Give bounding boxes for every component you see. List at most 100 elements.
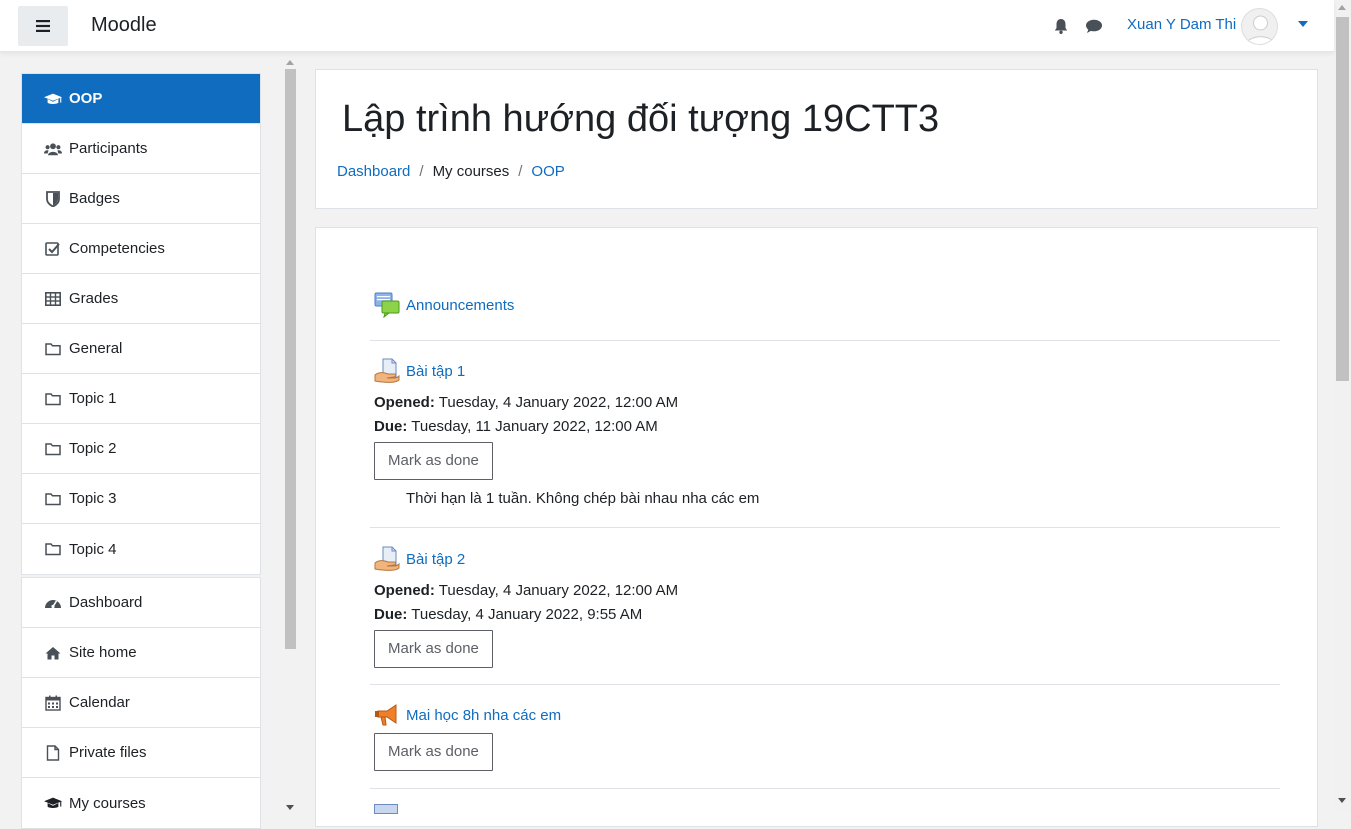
divider [370, 684, 1280, 685]
nav-drawer: OOP Participants Badges Competencies Gra… [0, 52, 299, 829]
sidebar-item-label: Topic 2 [69, 440, 117, 457]
graduation-cap-icon [44, 795, 62, 811]
drawer-scrollbar-thumb[interactable] [285, 69, 296, 649]
activity-assignment-1: Bài tập 1 Opened: Tuesday, 4 January 202… [374, 358, 1280, 507]
users-icon [44, 141, 62, 157]
sidebar-item-topic-4[interactable]: Topic 4 [22, 524, 260, 574]
due-date: Tuesday, 4 January 2022, 9:55 AM [411, 606, 643, 623]
graduation-cap-icon [44, 91, 62, 107]
site-brand[interactable]: Moodle [91, 14, 157, 37]
folder-icon [44, 541, 62, 557]
breadcrumb-separator: / [419, 163, 424, 180]
sidebar-item-grades[interactable]: Grades [22, 274, 260, 324]
sidebar-item-label: Participants [69, 140, 148, 157]
folder-icon [44, 441, 62, 457]
scroll-down-arrow-icon[interactable] [1338, 798, 1346, 803]
assignment-2-dates: Opened: Tuesday, 4 January 2022, 12:00 A… [374, 579, 1280, 627]
next-activity-icon [374, 804, 398, 814]
breadcrumb-dashboard[interactable]: Dashboard [337, 163, 410, 180]
sidebar-item-competencies[interactable]: Competencies [22, 224, 260, 274]
announcements-link[interactable]: Announcements [406, 297, 514, 314]
sidebar-item-my-courses[interactable]: My courses [22, 778, 260, 828]
breadcrumb-separator: / [518, 163, 523, 180]
tachometer-icon [44, 595, 62, 611]
divider [370, 340, 1280, 341]
breadcrumb: Dashboard / My courses / OOP [337, 163, 565, 180]
assignment-1-link[interactable]: Bài tập 1 [406, 363, 465, 380]
assignment-icon [374, 358, 400, 383]
sidebar-item-label: Calendar [69, 694, 130, 711]
assignment-1-dates: Opened: Tuesday, 4 January 2022, 12:00 A… [374, 391, 1280, 439]
user-menu-caret-icon[interactable] [1298, 21, 1308, 27]
folder-icon [44, 341, 62, 357]
sidebar-item-label: Dashboard [69, 594, 143, 611]
mark-as-done-button[interactable]: Mark as done [374, 630, 493, 668]
sidebar-item-private-files[interactable]: Private files [22, 728, 260, 778]
sidebar-item-participants[interactable]: Participants [22, 124, 260, 174]
opened-date: Tuesday, 4 January 2022, 12:00 AM [438, 394, 679, 411]
breadcrumb-oop[interactable]: OOP [531, 163, 564, 180]
opened-date: Tuesday, 4 January 2022, 12:00 AM [438, 582, 679, 599]
course-nav-group: OOP Participants Badges Competencies Gra… [21, 73, 261, 575]
calendar-icon [44, 695, 62, 711]
announcement-post-link[interactable]: Mai học 8h nha các em [406, 707, 561, 724]
sidebar-item-label: Badges [69, 190, 120, 207]
sidebar-item-topic-3[interactable]: Topic 3 [22, 474, 260, 524]
sidebar-item-label: My courses [69, 794, 146, 812]
folder-icon [44, 491, 62, 507]
due-label: Due: [374, 418, 408, 435]
assignment-icon [374, 546, 400, 571]
home-icon [44, 645, 62, 661]
activity-announcements: Announcements [374, 292, 1280, 318]
site-nav-group: Dashboard Site home Calendar Private fil… [21, 577, 261, 829]
page-title: Lập trình hướng đối tượng 19CTT3 [342, 98, 940, 140]
drawer-toggle-button[interactable] [18, 6, 68, 46]
sidebar-item-label: General [69, 340, 123, 357]
scroll-up-arrow-icon[interactable] [1338, 5, 1346, 10]
user-menu-name[interactable]: Xuan Y Dam Thi [1127, 16, 1236, 33]
file-icon [44, 744, 62, 761]
sidebar-item-badges[interactable]: Badges [22, 174, 260, 224]
forum-icon [374, 292, 400, 318]
bell-icon[interactable] [1052, 17, 1070, 35]
sidebar-item-label: Competencies [69, 240, 165, 257]
assignment-2-link[interactable]: Bài tập 2 [406, 551, 465, 568]
shield-icon [44, 190, 62, 207]
avatar[interactable] [1241, 8, 1278, 45]
sidebar-item-dashboard[interactable]: Dashboard [22, 578, 260, 628]
opened-label: Opened: [374, 394, 435, 411]
due-date: Tuesday, 11 January 2022, 12:00 AM [411, 418, 658, 435]
sidebar-item-label: Site home [69, 644, 137, 661]
sidebar-item-topic-1[interactable]: Topic 1 [22, 374, 260, 424]
hamburger-icon [36, 20, 50, 32]
assignment-1-description: Thời hạn là 1 tuần. Không chép bài nhau … [406, 490, 760, 507]
megaphone-icon [375, 704, 397, 726]
mark-as-done-button[interactable]: Mark as done [374, 733, 493, 771]
scroll-up-arrow-icon[interactable] [286, 60, 294, 65]
mark-as-done-button[interactable]: Mark as done [374, 442, 493, 480]
drawer-scrollbar[interactable] [283, 60, 297, 810]
sidebar-item-calendar[interactable]: Calendar [22, 678, 260, 728]
sidebar-item-general[interactable]: General [22, 324, 260, 374]
activity-assignment-2: Bài tập 2 Opened: Tuesday, 4 January 202… [374, 546, 1280, 668]
sidebar-item-label: Private files [69, 744, 147, 761]
opened-label: Opened: [374, 582, 435, 599]
folder-icon [44, 391, 62, 407]
sidebar-item-label: Topic 3 [69, 490, 117, 507]
divider [370, 788, 1280, 789]
sidebar-item-topic-2[interactable]: Topic 2 [22, 424, 260, 474]
page-scrollbar-thumb[interactable] [1336, 17, 1349, 381]
page-scrollbar[interactable] [1334, 0, 1351, 810]
page-header: Lập trình hướng đối tượng 19CTT3 Dashboa… [315, 69, 1318, 209]
sidebar-item-label: Grades [69, 290, 119, 307]
sidebar-item-site-home[interactable]: Site home [22, 628, 260, 678]
due-label: Due: [374, 606, 408, 623]
sidebar-item-oop[interactable]: OOP [22, 74, 260, 124]
sidebar-item-label: OOP [69, 90, 103, 107]
top-navbar: Moodle Xuan Y Dam Thi [0, 0, 1334, 52]
course-content: Announcements Bài tập 1 Opened: Tuesday,… [315, 227, 1318, 827]
comment-icon[interactable] [1085, 17, 1103, 35]
divider [370, 527, 1280, 528]
sidebar-item-label: Topic 4 [69, 540, 117, 558]
scroll-down-arrow-icon[interactable] [286, 805, 294, 810]
